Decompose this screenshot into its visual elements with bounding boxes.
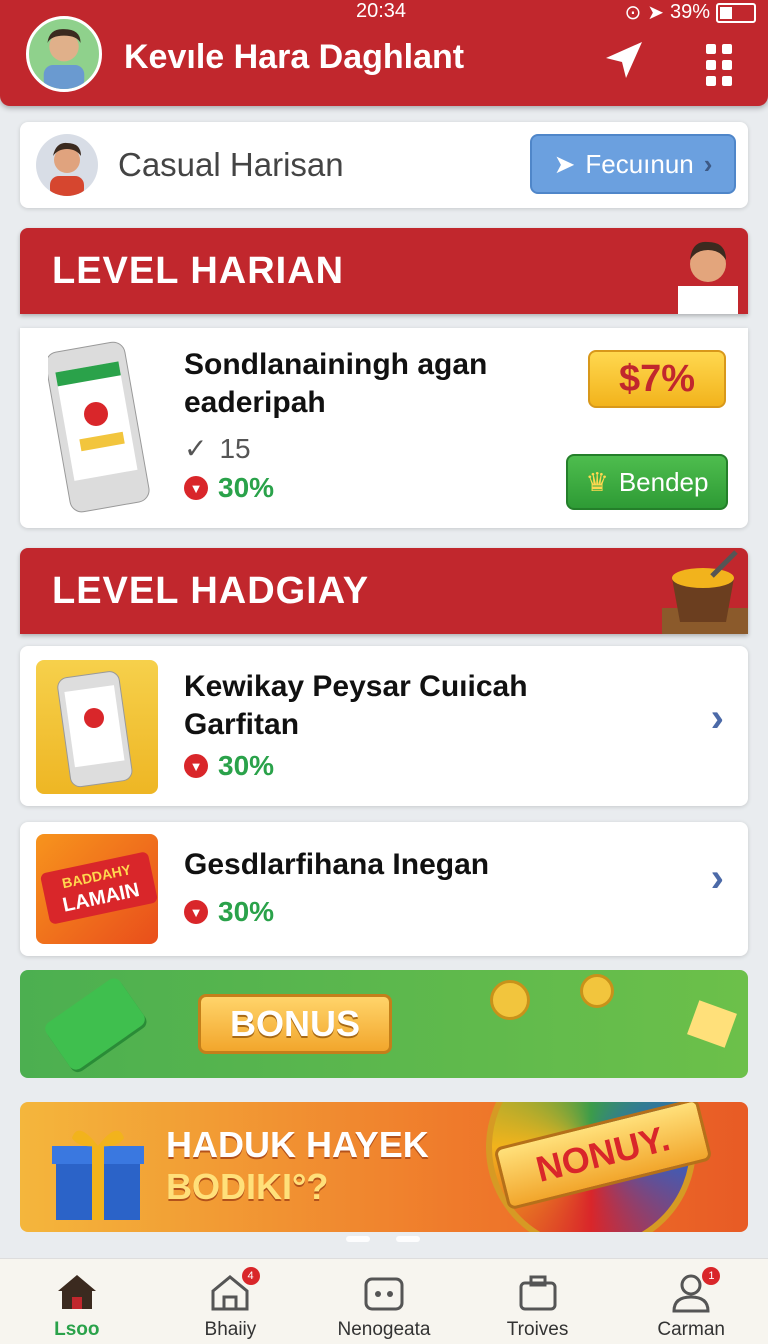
section-banner-daily: LEVEL HARIAN xyxy=(20,228,748,314)
avatar[interactable] xyxy=(26,16,102,92)
nav-item-home[interactable]: Lsoo xyxy=(0,1259,154,1344)
profile-name: Casual Harisan xyxy=(118,146,344,183)
item-percent-value: 30% xyxy=(218,896,275,927)
nav-item-troives[interactable]: Troives xyxy=(461,1259,615,1344)
alarm-icon: ⊙ xyxy=(624,2,642,24)
section-banner-weekly: LEVEL HADGIAY xyxy=(20,548,748,634)
reward-badge: $7% xyxy=(588,350,726,408)
nav-label: Lsoo xyxy=(54,1319,100,1340)
nav-label: Carman xyxy=(657,1319,725,1340)
bottom-nav: Lsoo 4 Bhaiiy Nenogeata Troives 1 Carman xyxy=(0,1258,768,1344)
status-icons: ⊙ ➤ 39% xyxy=(624,0,756,25)
coin-icon xyxy=(580,974,614,1008)
daily-title: Sondlanainingh agan eaderipah xyxy=(184,346,487,422)
page-title: Kevıle Hara Daghlant xyxy=(124,38,465,76)
send-icon[interactable] xyxy=(604,40,644,80)
daily-title-line2: eaderipah xyxy=(184,386,326,419)
battery-icon xyxy=(716,2,756,23)
profile-card: Casual Harisan ➤ Fecuınun › xyxy=(20,122,748,208)
section-title: LEVEL HADGIAY xyxy=(52,570,370,612)
check-icon: ✓ xyxy=(184,433,208,464)
status-time: 20:34 xyxy=(356,0,407,22)
item-title-line1: Kewikay Peysar Cuıicah xyxy=(184,670,528,703)
list-item[interactable]: Kewikay Peysar Cuıicah Garfitan ▼ 30% › xyxy=(20,646,748,806)
app-header: 20:34 ⊙ ➤ 39% Kevıle Hara Daghlant xyxy=(0,0,768,106)
item-title: Kewikay Peysar Cuıicah Garfitan xyxy=(184,668,528,744)
promo-banner[interactable]: HADUK HAYEK BODIKI°? NONUY. xyxy=(20,1102,748,1232)
daily-title-line1: Sondlanainingh agan xyxy=(184,348,488,381)
briefcase-icon xyxy=(519,1275,557,1311)
bonus-button[interactable]: BONUS xyxy=(198,994,392,1054)
carousel-indicator xyxy=(346,1236,420,1242)
daily-percent: ▼ 30% xyxy=(184,472,274,504)
daily-percent-value: 30% xyxy=(218,472,275,503)
home-icon xyxy=(57,1275,96,1309)
promo-line1: HADUK HAYEK xyxy=(166,1124,429,1165)
section-title: LEVEL HARIAN xyxy=(52,250,345,292)
claim-button[interactable]: ♛ Bendep xyxy=(566,454,728,510)
mascot-icon xyxy=(678,241,738,314)
promo-text: HADUK HAYEK BODIKI°? xyxy=(166,1124,429,1208)
gift-box-icon xyxy=(52,1130,144,1220)
chevron-right-icon[interactable]: › xyxy=(711,696,724,741)
item-title: Gesdlarfihana Inegan xyxy=(184,846,489,884)
nav-label: Troives xyxy=(506,1319,569,1340)
list-item[interactable]: BADDAHY LAMAIN Gesdlarfihana Inegan ▼ 30… xyxy=(20,822,748,956)
daily-level-card[interactable]: Sondlanainingh agan eaderipah ✓ 15 ▼ 30%… xyxy=(20,328,748,528)
daily-count-value: 15 xyxy=(219,432,251,464)
profile-action-button[interactable]: ➤ Fecuınun › xyxy=(530,134,736,194)
status-bar: 20:34 ⊙ ➤ 39% xyxy=(0,0,768,26)
phone-illustration-icon xyxy=(48,341,150,513)
controller-icon xyxy=(364,1277,404,1311)
nav-label: Bhaiiy xyxy=(204,1319,257,1340)
grid-menu-icon[interactable] xyxy=(706,44,734,86)
nav-item-profile[interactable]: 1 Carman xyxy=(614,1259,768,1344)
item-title-line2: Garfitan xyxy=(184,708,300,741)
item-title-line1: Gesdlarfihana Inegan xyxy=(184,848,490,881)
item-thumbnail: BADDAHY LAMAIN xyxy=(36,834,158,944)
item-percent-value: 30% xyxy=(218,750,275,781)
notification-badge: 1 xyxy=(702,1267,721,1285)
chevron-right-icon[interactable]: › xyxy=(711,856,724,901)
navigate-icon: ➤ xyxy=(553,148,576,179)
arrow-down-icon: ▼ xyxy=(184,900,208,924)
notification-badge: 4 xyxy=(241,1267,260,1285)
avatar[interactable] xyxy=(36,134,98,196)
claim-button-label: Bendep xyxy=(618,466,709,497)
battery-text: 39% xyxy=(669,1,710,23)
coin-icon xyxy=(490,980,530,1020)
location-icon: ➤ xyxy=(647,2,664,24)
profile-button-label: Fecuınun xyxy=(585,148,694,179)
item-percent: ▼ 30% xyxy=(184,750,274,782)
nav-item-games[interactable]: Nenogeata xyxy=(307,1259,461,1344)
arrow-down-icon: ▼ xyxy=(184,476,208,500)
daily-count: ✓ 15 xyxy=(184,432,251,465)
nav-item-daily[interactable]: 4 Bhaiiy xyxy=(154,1259,308,1344)
item-percent: ▼ 30% xyxy=(184,896,274,928)
ticket-icon xyxy=(42,975,148,1073)
item-thumbnail xyxy=(36,660,158,794)
nav-label: Nenogeata xyxy=(337,1319,431,1340)
crown-icon: ♛ xyxy=(585,466,609,497)
phone-illustration-icon xyxy=(57,671,133,788)
chevron-right-icon: › xyxy=(703,148,713,179)
gift-cube-icon xyxy=(687,1000,737,1048)
promo-line2: BODIKI°? xyxy=(166,1166,329,1207)
bonus-banner: BONUS xyxy=(20,970,748,1078)
arrow-down-icon: ▼ xyxy=(184,754,208,778)
bucket-icon xyxy=(662,550,748,634)
